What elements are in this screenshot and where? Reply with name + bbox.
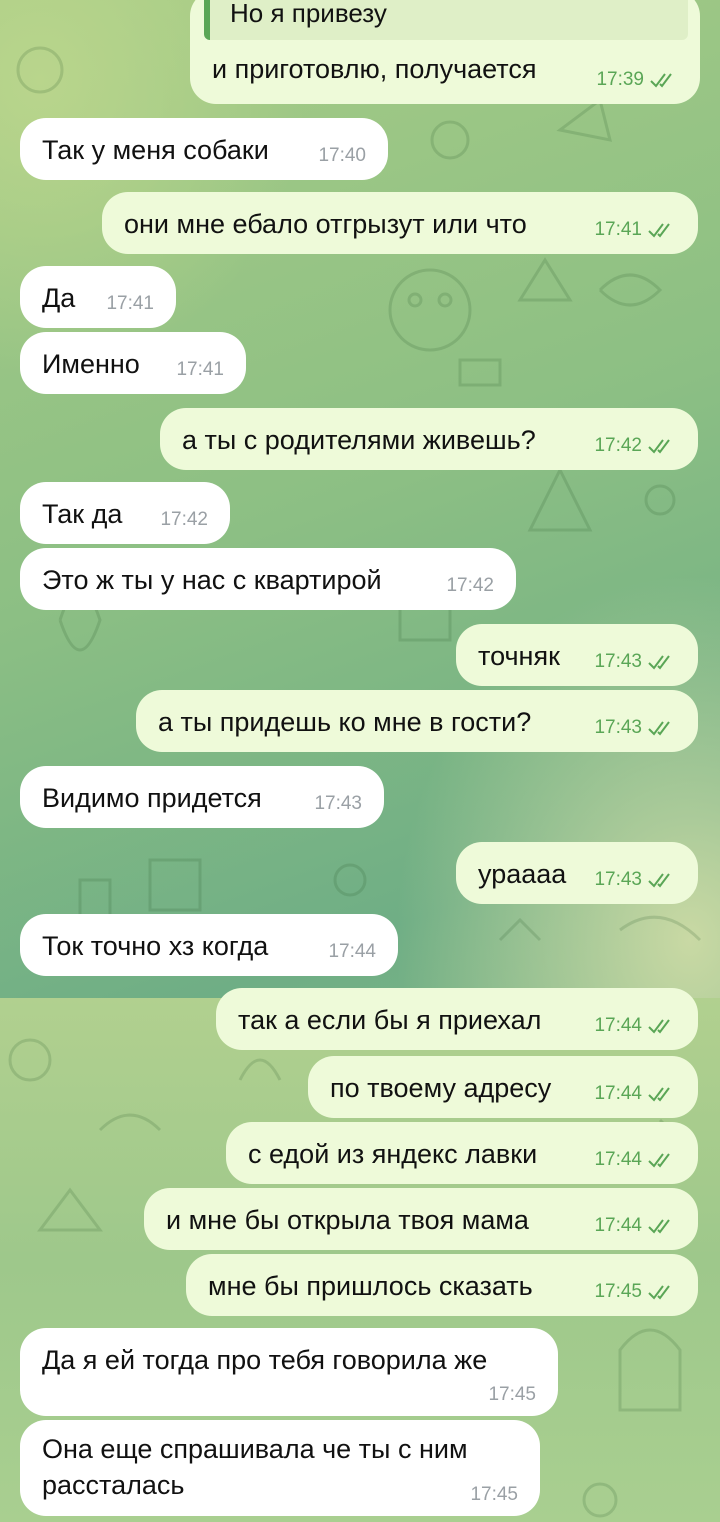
- message-text: а ты придешь ко мне в гости?: [158, 707, 532, 737]
- message-bubble-outgoing[interactable]: и мне бы открыла твоя мама 17:44: [144, 1188, 698, 1250]
- reply-quote[interactable]: Но я привезу: [204, 0, 688, 40]
- message-bubble-incoming[interactable]: Это ж ты у нас с квартирой 17:42: [20, 548, 516, 610]
- message-text: Именно: [42, 349, 140, 379]
- message-bubble-incoming[interactable]: Именно 17:41: [20, 332, 246, 394]
- message-time: 17:44: [594, 1083, 642, 1104]
- message-time: 17:41: [176, 359, 224, 380]
- message-time: 17:44: [594, 1015, 642, 1036]
- message-time: 17:44: [594, 1149, 642, 1170]
- message-bubble-incoming[interactable]: Да 17:41: [20, 266, 176, 328]
- message-text: Видимо придется: [42, 783, 262, 813]
- double-check-icon: [648, 1153, 670, 1168]
- message-text-line1: Она еще спрашивала че ты с ним: [42, 1434, 468, 1464]
- message-text: точняк: [478, 641, 560, 671]
- message-text: а ты с родителями живешь?: [182, 425, 536, 455]
- message-bubble-outgoing[interactable]: с едой из яндекс лавки 17:44: [226, 1122, 698, 1184]
- message-text: мне бы пришлось сказать: [208, 1271, 533, 1301]
- message-text: Так да: [42, 499, 123, 529]
- double-check-icon: [650, 73, 672, 88]
- double-check-icon: [648, 223, 670, 238]
- message-time: 17:45: [594, 1281, 642, 1302]
- message-text-line2: рассталась: [42, 1470, 185, 1500]
- double-check-icon: [648, 655, 670, 670]
- message-text: они мне ебало отгрызут или что: [124, 209, 527, 239]
- message-time: 17:42: [446, 575, 494, 596]
- message-bubble-outgoing[interactable]: а ты с родителями живешь? 17:42: [160, 408, 698, 470]
- message-text: так а если бы я приехал: [238, 1005, 542, 1035]
- message-time: 17:40: [318, 145, 366, 166]
- message-time: 17:39: [596, 69, 644, 90]
- message-time: 17:43: [314, 793, 362, 814]
- message-text: по твоему адресу: [330, 1073, 552, 1103]
- message-bubble-outgoing[interactable]: так а если бы я приехал 17:44: [216, 988, 698, 1050]
- message-text: ураааа: [478, 859, 567, 889]
- message-text: и мне бы открыла твоя мама: [166, 1205, 529, 1235]
- message-time: 17:44: [594, 1215, 642, 1236]
- message-bubble-incoming[interactable]: Да я ей тогда про тебя говорила же 17:45: [20, 1328, 558, 1416]
- message-text: Да я ей тогда про тебя говорила же: [42, 1345, 488, 1375]
- message-time: 17:41: [106, 293, 154, 314]
- double-check-icon: [648, 1219, 670, 1234]
- message-time: 17:44: [328, 941, 376, 962]
- double-check-icon: [648, 1285, 670, 1300]
- message-time: 17:42: [594, 435, 642, 456]
- message-text: Это ж ты у нас с квартирой: [42, 565, 382, 595]
- message-bubble-outgoing[interactable]: мне бы пришлось сказать 17:45: [186, 1254, 698, 1316]
- message-bubble-outgoing[interactable]: а ты придешь ко мне в гости? 17:43: [136, 690, 698, 752]
- message-bubble-incoming[interactable]: Так у меня собаки 17:40: [20, 118, 388, 180]
- double-check-icon: [648, 1087, 670, 1102]
- double-check-icon: [648, 721, 670, 736]
- double-check-icon: [648, 439, 670, 454]
- message-text: Так у меня собаки: [42, 135, 269, 165]
- message-time: 17:41: [594, 219, 642, 240]
- message-time: 17:43: [594, 651, 642, 672]
- message-bubble-incoming[interactable]: Она еще спрашивала че ты с ним рассталас…: [20, 1420, 540, 1516]
- message-text: с едой из яндекс лавки: [248, 1139, 538, 1169]
- message-bubble-incoming[interactable]: Так да 17:42: [20, 482, 230, 544]
- message-time: 17:43: [594, 717, 642, 738]
- message-bubble-outgoing[interactable]: по твоему адресу 17:44: [308, 1056, 698, 1118]
- message-bubble-incoming[interactable]: Ток точно хз когда 17:44: [20, 914, 398, 976]
- message-bubble-outgoing[interactable]: Но я привезу и приготовлю, получается 17…: [190, 0, 700, 104]
- reply-quote-text: Но я привезу: [230, 0, 387, 28]
- message-time: 17:42: [160, 509, 208, 530]
- message-bubble-outgoing[interactable]: они мне ебало отгрызут или что 17:41: [102, 192, 698, 254]
- message-text: Да: [42, 283, 76, 313]
- double-check-icon: [648, 1019, 670, 1034]
- message-bubble-incoming[interactable]: Видимо придется 17:43: [20, 766, 384, 828]
- message-text: и приготовлю, получается: [212, 54, 537, 84]
- double-check-icon: [648, 873, 670, 888]
- message-time: 17:45: [470, 1484, 518, 1505]
- message-time: 17:45: [488, 1384, 536, 1405]
- message-bubble-outgoing[interactable]: ураааа 17:43: [456, 842, 698, 904]
- message-text: Ток точно хз когда: [42, 931, 269, 961]
- message-bubble-outgoing[interactable]: точняк 17:43: [456, 624, 698, 686]
- message-time: 17:43: [594, 869, 642, 890]
